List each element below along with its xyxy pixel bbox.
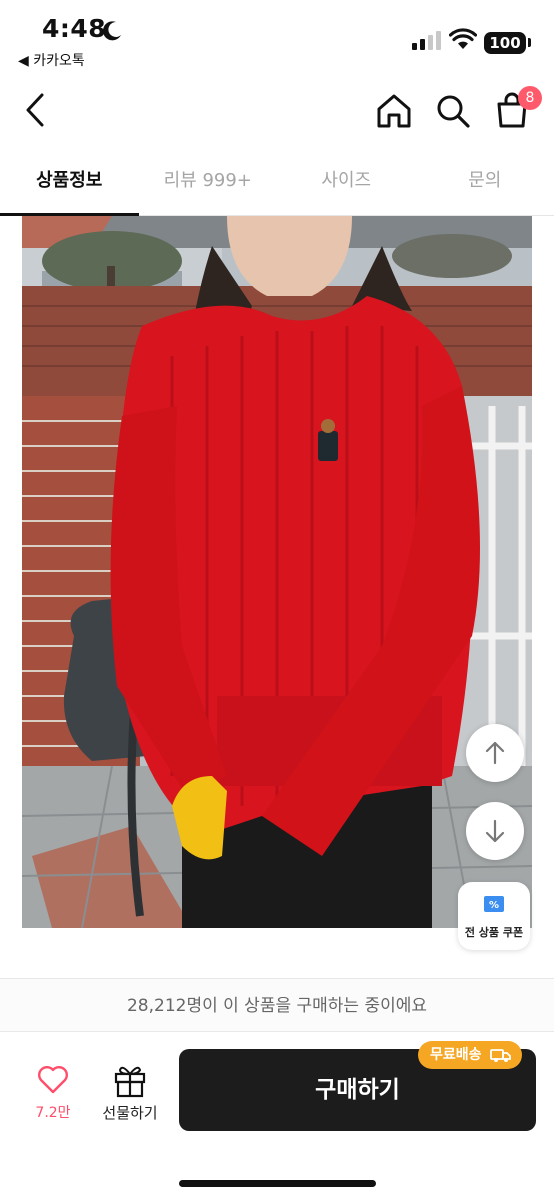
all-products-coupon-button[interactable]: % 전 상품 쿠폰 [458, 882, 530, 950]
free-shipping-badge: 무료배송 [418, 1041, 523, 1069]
like-button[interactable]: 7.2만 [22, 1058, 84, 1128]
gift-button[interactable]: 선물하기 [96, 1058, 164, 1128]
signal-icon [412, 31, 441, 50]
product-image [22, 216, 532, 928]
search-icon[interactable] [434, 92, 472, 130]
product-tabs: 상품정보 리뷰 999+ 사이즈 문의 [0, 148, 554, 216]
battery-tip [528, 38, 531, 47]
like-count: 7.2만 [35, 1105, 71, 1121]
product-photo-illustration [22, 216, 532, 928]
tab-product-info[interactable]: 상품정보 [0, 148, 139, 216]
wifi-icon [449, 28, 477, 49]
gift-icon [114, 1066, 146, 1098]
home-indicator [179, 1180, 376, 1187]
battery-indicator: 100 [484, 32, 526, 54]
scroll-down-button[interactable] [466, 802, 524, 860]
free-shipping-label: 무료배송 [430, 1047, 482, 1063]
tab-inquiry[interactable]: 문의 [416, 148, 554, 215]
back-icon[interactable] [22, 92, 50, 128]
status-time: 4:48 [42, 14, 107, 43]
cart-count-badge: 8 [518, 86, 542, 110]
arrow-down-icon [485, 819, 505, 843]
scroll-up-button[interactable] [466, 724, 524, 782]
back-to-app-link[interactable]: ◀ 카카오톡 [18, 50, 85, 70]
bottom-action-bar: 7.2만 선물하기 구매하기 무료배송 [0, 1032, 554, 1200]
top-nav [0, 74, 554, 148]
home-icon[interactable] [375, 92, 413, 130]
heart-icon [38, 1066, 68, 1094]
truck-icon [490, 1049, 512, 1062]
coupon-icon: % [484, 896, 504, 912]
gift-label: 선물하기 [102, 1104, 158, 1122]
svg-text:%: % [489, 900, 499, 911]
buyers-count-banner: 28,212명이 이 상품을 구매하는 중이에요 [0, 978, 554, 1032]
coupon-label: 전 상품 쿠폰 [464, 926, 524, 939]
tab-size[interactable]: 사이즈 [277, 148, 416, 215]
status-bar: 4:48 ◀ 카카오톡 100 [0, 0, 554, 74]
arrow-up-icon [485, 741, 505, 765]
moon-icon [102, 21, 121, 41]
tab-reviews[interactable]: 리뷰 999+ [139, 148, 278, 215]
product-page: 4:48 ◀ 카카오톡 100 8 상품정보 리뷰 999+ 사이즈 문의 % … [0, 0, 554, 1200]
